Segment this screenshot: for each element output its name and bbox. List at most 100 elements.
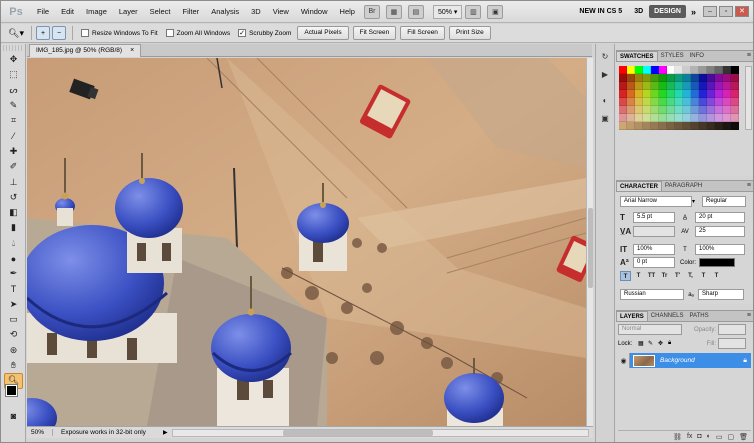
color-swatch[interactable] [619, 98, 627, 106]
close-icon[interactable]: ✕ [735, 6, 749, 17]
font-family-select[interactable]: Arial Narrow [620, 196, 692, 207]
color-swatch[interactable] [731, 66, 739, 74]
color-swatch[interactable] [731, 98, 739, 106]
tab-styles[interactable]: STYLES [658, 51, 687, 61]
color-swatch[interactable] [691, 106, 699, 114]
color-swatch[interactable] [707, 114, 715, 122]
color-swatch[interactable] [651, 98, 659, 106]
strikethrough-button[interactable]: T [711, 271, 722, 281]
color-swatch[interactable] [723, 82, 731, 90]
horizontal-scale-field[interactable]: 100% [695, 244, 745, 255]
color-swatch[interactable] [715, 114, 723, 122]
color-swatch[interactable] [683, 122, 691, 130]
color-swatch[interactable] [627, 90, 635, 98]
color-swatch[interactable] [651, 74, 659, 82]
color-swatch[interactable] [707, 122, 715, 130]
language-select[interactable]: Russian [620, 289, 684, 300]
color-swatch[interactable] [699, 66, 707, 74]
color-swatch[interactable] [651, 66, 659, 74]
color-swatch[interactable] [659, 90, 667, 98]
color-swatch[interactable] [675, 106, 683, 114]
blend-mode-select[interactable]: Normal [618, 324, 682, 335]
gradient-tool-icon[interactable]: ▮ [4, 220, 23, 235]
color-swatch[interactable] [643, 98, 651, 106]
visibility-eye-icon[interactable]: ◉ [618, 353, 630, 368]
color-swatch[interactable] [731, 74, 739, 82]
color-swatch[interactable] [683, 66, 691, 74]
color-swatch[interactable] [691, 90, 699, 98]
vertical-scrollbar[interactable] [586, 58, 593, 426]
swatch-scrollbar[interactable] [745, 66, 752, 130]
color-swatch[interactable] [699, 90, 707, 98]
menu-edit[interactable]: Edit [55, 1, 80, 23]
color-swatch[interactable] [731, 106, 739, 114]
menu-view[interactable]: View [267, 1, 295, 23]
anti-alias-select[interactable]: Sharp [698, 289, 744, 300]
baseline-shift-field[interactable]: 0 pt [633, 257, 675, 268]
color-swatch[interactable] [731, 114, 739, 122]
resize-windows-checkbox[interactable]: Resize Windows To Fit [81, 29, 158, 37]
color-swatch[interactable] [675, 122, 683, 130]
crop-tool-icon[interactable]: ⌗ [4, 113, 23, 128]
horizontal-scrollbar[interactable] [171, 428, 589, 437]
path-selection-tool-icon[interactable]: ➤ [4, 297, 23, 312]
color-swatch[interactable] [643, 122, 651, 130]
healing-brush-tool-icon[interactable]: ✚ [4, 144, 23, 159]
color-swatch[interactable] [683, 106, 691, 114]
color-swatch[interactable] [675, 74, 683, 82]
actions-icon[interactable]: ▶ [598, 68, 612, 80]
arrange-documents-icon[interactable]: ▥ [465, 4, 482, 19]
actual-pixels-button[interactable]: Actual Pixels [297, 26, 349, 40]
color-swatch[interactable] [651, 122, 659, 130]
extras-icon[interactable]: ▤ [407, 4, 424, 19]
tab-swatches[interactable]: SWATCHES [616, 51, 658, 61]
masks-icon[interactable]: ▣ [598, 112, 612, 124]
color-swatch[interactable] [683, 98, 691, 106]
tab-layers[interactable]: LAYERS [616, 311, 648, 321]
lock-transparency-icon[interactable]: ▦ [638, 340, 648, 347]
color-swatch[interactable] [667, 106, 675, 114]
eyedropper-tool-icon[interactable]: ⁄ [4, 128, 23, 143]
color-swatch[interactable] [723, 90, 731, 98]
color-swatch[interactable] [675, 66, 683, 74]
color-swatch[interactable] [643, 114, 651, 122]
color-swatch[interactable] [707, 106, 715, 114]
workspace-new-in-cs5[interactable]: NEW IN CS 5 [573, 8, 628, 15]
dodge-tool-icon[interactable]: ● [4, 251, 23, 266]
vertical-scale-field[interactable]: 100% [633, 244, 675, 255]
color-swatch[interactable] [619, 122, 627, 130]
restore-icon[interactable]: ▫ [719, 6, 733, 17]
panel-menu-icon[interactable]: ≡ [747, 182, 751, 189]
lock-paint-icon[interactable]: ✎ [648, 340, 658, 347]
document-tab[interactable]: IMG_185.jpg @ 50% (RGB/8) × [29, 44, 142, 57]
menu-image[interactable]: Image [80, 1, 113, 23]
color-swatch[interactable] [731, 122, 739, 130]
quick-select-tool-icon[interactable]: ✎ [4, 98, 23, 113]
color-swatch[interactable] [691, 122, 699, 130]
scrollbar-thumb[interactable] [588, 208, 593, 288]
color-swatch[interactable] [619, 82, 627, 90]
color-swatch[interactable] [659, 66, 667, 74]
underline-button[interactable]: T [698, 271, 709, 281]
screen-mode-icon[interactable]: ▣ [487, 4, 504, 19]
color-swatch[interactable] [659, 122, 667, 130]
menu-window[interactable]: Window [295, 1, 334, 23]
lock-position-icon[interactable]: ✥ [658, 340, 668, 347]
color-swatch[interactable] [667, 74, 675, 82]
toolbox-grip[interactable] [3, 45, 23, 51]
color-swatch[interactable] [619, 106, 627, 114]
color-swatch[interactable] [635, 122, 643, 130]
color-swatch[interactable] [691, 114, 699, 122]
workspace-3d[interactable]: 3D [628, 8, 649, 15]
3d-rotate-tool-icon[interactable]: ⟲ [4, 327, 23, 342]
add-mask-icon[interactable]: ◘ [697, 433, 701, 440]
color-swatch[interactable] [627, 66, 635, 74]
type-tool-icon[interactable]: T [4, 281, 23, 296]
color-swatch[interactable] [675, 82, 683, 90]
color-swatch[interactable] [667, 66, 675, 74]
color-swatch[interactable] [635, 98, 643, 106]
menu-3d[interactable]: 3D [245, 1, 267, 23]
color-swatch[interactable] [723, 114, 731, 122]
color-swatch[interactable] [723, 122, 731, 130]
scrollbar-thumb[interactable] [282, 429, 433, 436]
